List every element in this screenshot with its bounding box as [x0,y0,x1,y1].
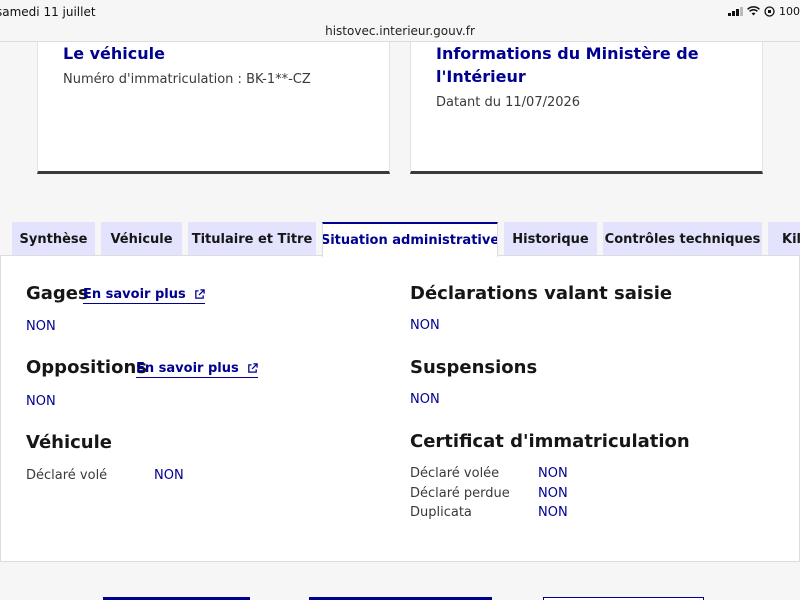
duplicata-label: Duplicata [410,505,472,520]
tab-controles-techniques[interactable]: Contrôles techniques [603,222,762,256]
declare-vole-label: Déclaré volé [26,468,108,483]
card-vehicle-title: Le véhicule [63,44,165,63]
declarations-value: NON [410,318,440,333]
declare-perdue-value: NON [538,486,568,501]
signal-icon [728,6,743,16]
card-ministry-date: Datant du 11/07/2026 [436,95,581,110]
certificat-title: Certificat d'immatriculation [410,431,690,452]
card-vehicle-plate: Numéro d'immatriculation : BK-1**-CZ [63,72,311,87]
situation-administrative-panel: Gages En savoir plus NON Oppositions En … [0,255,800,562]
external-link-icon [247,363,258,373]
tab-kilometrage[interactable]: Kil [768,222,800,256]
declare-perdue-label: Déclaré perdue [410,486,510,501]
status-icons: 100 [728,4,800,18]
tab-synthese[interactable]: Synthèse [12,222,95,256]
gages-title: Gages [26,283,89,304]
battery-percent: 100 [779,4,800,18]
oppositions-title: Oppositions [26,357,147,378]
tab-situation-administrative[interactable]: Situation administrative [322,222,498,257]
tab-vehicule[interactable]: Véhicule [101,222,182,256]
wifi-icon [747,6,760,16]
oppositions-learn-more-link[interactable]: En savoir plus [136,361,258,378]
card-ministry: Informations du Ministère de l'Intérieur… [410,42,763,174]
gages-value: NON [26,319,56,334]
duplicata-value: NON [538,505,568,520]
tab-historique[interactable]: Historique [504,222,597,256]
address-bar[interactable]: histovec.interieur.gouv.fr [0,24,800,38]
oppositions-value: NON [26,394,56,409]
declare-volee-label: Déclaré volée [410,466,500,481]
status-bar: samedi 11 juillet 100 [0,0,800,22]
status-date: samedi 11 juillet [0,5,96,19]
tab-titulaire[interactable]: Titulaire et Titre [188,222,316,256]
declare-volee-value: NON [538,466,568,481]
tab-bar: Synthèse Véhicule Titulaire et Titre Sit… [0,222,800,257]
gages-learn-more-link[interactable]: En savoir plus [83,287,205,304]
card-vehicle: Le véhicule Numéro d'immatriculation : B… [37,42,390,174]
suspensions-value: NON [410,392,440,407]
vehicule-title: Véhicule [26,432,113,453]
gages-learn-more-label: En savoir plus [83,287,186,302]
declare-vole-value: NON [154,468,184,483]
card-ministry-title-line2: l'Intérieur [436,67,526,86]
oppositions-learn-more-label: En savoir plus [136,361,239,376]
card-ministry-title-line1: Informations du Ministère de [436,44,699,63]
declarations-title: Déclarations valant saisie [410,283,673,304]
external-link-icon [194,289,205,299]
orientation-lock-icon [764,5,775,17]
suspensions-title: Suspensions [410,357,538,378]
